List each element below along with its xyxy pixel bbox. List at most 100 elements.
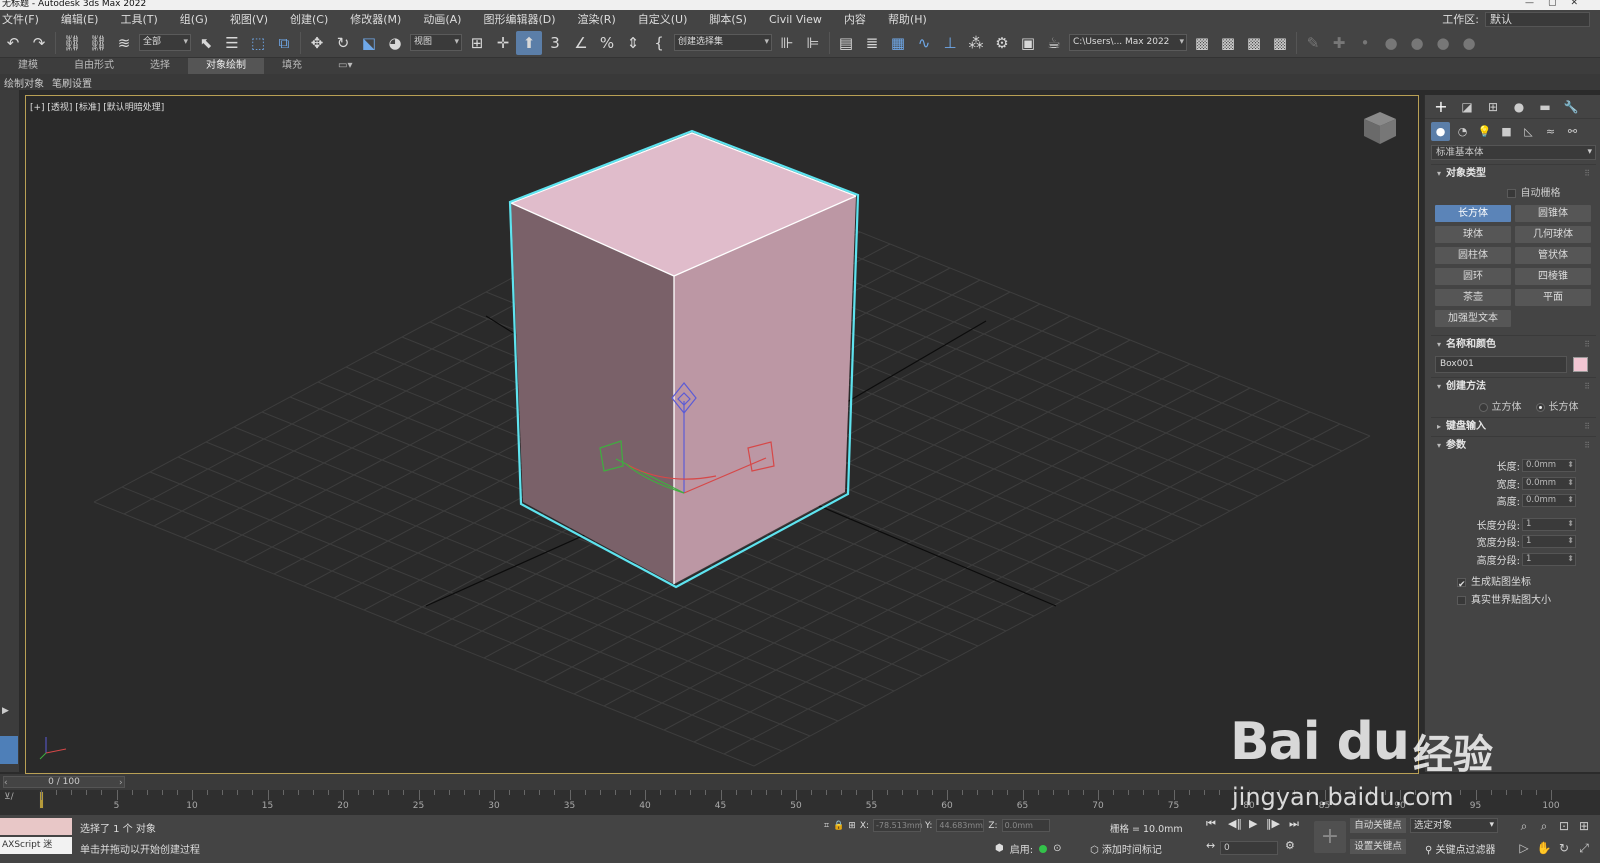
brush-settings-label[interactable]: 笔刷设置: [48, 75, 96, 90]
select-object-icon[interactable]: ⬉: [193, 31, 219, 55]
menu-item[interactable]: 自定义(U): [627, 11, 699, 27]
snap-toggle-icon[interactable]: 3: [542, 31, 568, 55]
rollout-header[interactable]: ▾ 参数 ⠿: [1431, 437, 1596, 455]
menu-item[interactable]: 组(G): [169, 11, 219, 27]
ribbon-toggle-icon[interactable]: ▦: [885, 31, 911, 55]
viewcube-icon[interactable]: [1360, 108, 1400, 148]
viewport-layout-tab[interactable]: [0, 736, 18, 764]
window-crossing-icon[interactable]: ⧉: [271, 31, 297, 55]
selection-filter-dropdown[interactable]: 全部: [139, 34, 191, 51]
object-type-button[interactable]: 平面: [1515, 289, 1591, 306]
select-by-name-icon[interactable]: ☰: [219, 31, 245, 55]
motion-tab-icon[interactable]: ●: [1509, 97, 1529, 117]
enable-dot-icon[interactable]: [1039, 844, 1048, 853]
rollout-header[interactable]: ▾ 创建方法 ⠿: [1431, 378, 1596, 396]
width-spinner[interactable]: 0.0mm: [1522, 476, 1576, 490]
radio[interactable]: [1478, 402, 1488, 412]
project-icon-2[interactable]: ▩: [1215, 31, 1241, 55]
time-slider[interactable]: ‹ 0 / 100 ›: [0, 774, 1600, 790]
rect-selection-icon[interactable]: ⬚: [245, 31, 271, 55]
pivot-center-icon[interactable]: ⊞: [464, 31, 490, 55]
keyboard-shortcut-override-icon[interactable]: ⬆: [516, 30, 542, 55]
play-icon[interactable]: ▶: [1249, 817, 1257, 830]
length-segs-spinner[interactable]: 1: [1522, 517, 1576, 531]
zoom-extents-icon[interactable]: ⊡: [1559, 819, 1569, 833]
auto-key-button[interactable]: 自动关键点: [1350, 818, 1406, 833]
rotate-icon[interactable]: ↻: [330, 31, 356, 55]
maximize-viewport-icon[interactable]: ⤢: [1579, 841, 1589, 856]
lights-icon[interactable]: 💡: [1475, 122, 1494, 141]
viewport-label[interactable]: [+] [透视] [标准] [默认明暗处理]: [30, 100, 164, 113]
shapes-icon[interactable]: ◔: [1453, 122, 1472, 141]
project-icon-4[interactable]: ▩: [1267, 31, 1293, 55]
add-time-tag[interactable]: ⬡ 添加时间标记: [1090, 841, 1162, 856]
zoom-all-icon[interactable]: ⌕: [1541, 819, 1548, 834]
isolate-icon[interactable]: ⌗: [824, 821, 829, 831]
ribbon-tab[interactable]: 对象绘制: [188, 58, 264, 74]
pan-icon[interactable]: ✋: [1537, 841, 1552, 855]
angle-snap-icon[interactable]: ∠: [568, 31, 594, 55]
render-icon[interactable]: ☕: [1041, 31, 1067, 55]
ref-coord-dropdown[interactable]: 视图: [410, 34, 462, 51]
workspace-value[interactable]: 默认: [1485, 11, 1590, 27]
gen-mapping-checkbox[interactable]: 生成贴图坐标: [1431, 574, 1596, 594]
set-key-big-icon[interactable]: +: [1314, 821, 1346, 853]
time-slider-thumb[interactable]: ‹ 0 / 100 ›: [3, 776, 125, 788]
length-spinner[interactable]: 0.0mm: [1522, 459, 1576, 473]
menu-item[interactable]: 脚本(S): [698, 11, 758, 27]
menu-item[interactable]: 文件(F): [0, 11, 50, 27]
menu-item[interactable]: 创建(C): [279, 11, 339, 27]
menu-item[interactable]: 工具(T): [109, 11, 168, 27]
height-segs-spinner[interactable]: 1: [1522, 552, 1576, 566]
spacewarps-icon[interactable]: ≈: [1541, 122, 1560, 141]
helpers-icon[interactable]: ◺: [1519, 122, 1538, 141]
category-dropdown[interactable]: 标准基本体: [1431, 145, 1596, 160]
object-type-button[interactable]: 几何球体: [1515, 226, 1591, 243]
current-frame-field[interactable]: 0: [1220, 841, 1278, 855]
rollout-header[interactable]: ▸ 键盘输入 ⠿: [1431, 418, 1596, 436]
object-type-button[interactable]: 圆柱体: [1435, 247, 1511, 264]
create-tab-icon[interactable]: +: [1431, 97, 1451, 117]
lock-icon[interactable]: 🔒: [833, 821, 844, 831]
object-type-button[interactable]: 长方体: [1435, 205, 1511, 222]
menu-item[interactable]: 视图(V): [219, 11, 279, 27]
redo-icon[interactable]: ↷: [26, 31, 52, 55]
ribbon-tab[interactable]: 选择: [132, 58, 188, 74]
object-name-field[interactable]: Box001: [1435, 356, 1567, 373]
layer-explorer-icon[interactable]: ≣: [859, 31, 885, 55]
track-bar[interactable]: ⊻/ 5 10 15 20 25 30 35 40 45 50 55 60 65 70 75 80 85 90 95…: [0, 790, 1600, 815]
edit-named-sel-icon[interactable]: {: [646, 31, 672, 55]
menu-item[interactable]: 编辑(E): [50, 11, 110, 27]
display-tab-icon[interactable]: ▬: [1535, 97, 1555, 117]
object-type-button[interactable]: 圆锥体: [1515, 205, 1591, 222]
sphere-icon-2[interactable]: ●: [1404, 31, 1430, 55]
key-mode-icon[interactable]: ↔: [1206, 839, 1215, 852]
project-icon-3[interactable]: ▩: [1241, 31, 1267, 55]
geometry-icon[interactable]: ●: [1431, 121, 1450, 141]
percent-snap-icon[interactable]: %: [594, 31, 620, 55]
scale-icon[interactable]: ⬕: [356, 31, 382, 55]
time-config-icon[interactable]: ⚙: [1285, 839, 1295, 852]
object-type-button[interactable]: 管状体: [1515, 247, 1591, 264]
sphere-icon-1[interactable]: ●: [1378, 31, 1404, 55]
perspective-viewport[interactable]: [+] [透视] [标准] [默认明暗处理]: [25, 95, 1419, 774]
play-arrow-icon[interactable]: ▶: [2, 706, 9, 716]
prev-frame-icon[interactable]: ‹: [4, 778, 8, 788]
sphere-icon-3[interactable]: ●: [1430, 31, 1456, 55]
project-icon-1[interactable]: ▩: [1189, 31, 1215, 55]
spinner-snap-icon[interactable]: ⇕: [620, 31, 646, 55]
width-segs-spinner[interactable]: 1: [1522, 535, 1576, 549]
trackbar-toggle-icon[interactable]: ⊻/: [4, 792, 14, 802]
rollout-header[interactable]: ▾ 对象类型 ⠿: [1431, 165, 1596, 183]
set-key-button[interactable]: 设置关键点: [1350, 839, 1406, 854]
menu-item[interactable]: 内容: [833, 11, 877, 27]
brush-icon[interactable]: ✎: [1300, 31, 1326, 55]
move-icon[interactable]: ✥: [304, 31, 330, 55]
z-field[interactable]: 0.0mm: [1001, 819, 1050, 832]
go-to-start-icon[interactable]: ⏮: [1206, 817, 1216, 831]
utilities-tab-icon[interactable]: 🔧: [1561, 97, 1581, 117]
height-spinner[interactable]: 0.0mm: [1522, 494, 1576, 508]
absolute-mode-icon[interactable]: ⊞: [848, 821, 856, 831]
orbit-icon[interactable]: ↻: [1559, 841, 1569, 855]
named-selection-dropdown[interactable]: 创建选择集: [674, 34, 772, 51]
